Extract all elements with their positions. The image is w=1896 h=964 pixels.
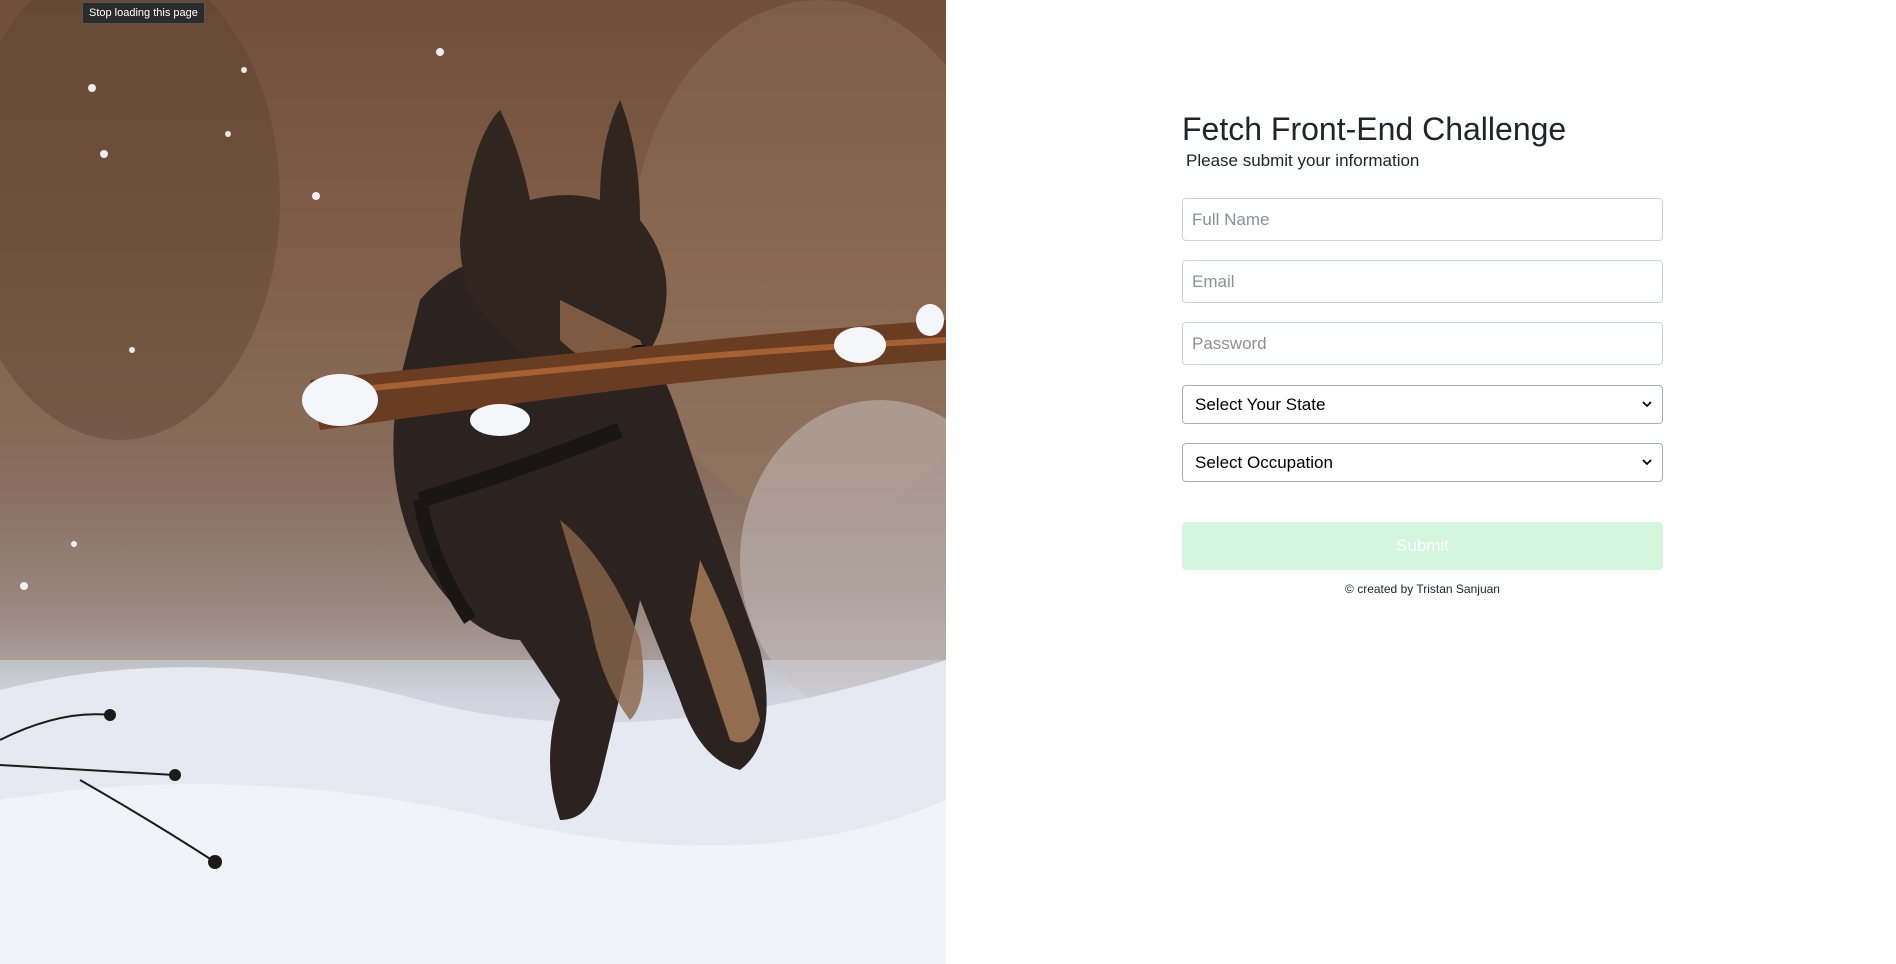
credit-text: © created by Tristan Sanjuan	[1345, 582, 1500, 596]
stop-loading-tooltip: Stop loading this page	[82, 2, 205, 24]
chevron-down-icon	[1642, 401, 1652, 408]
occupation-select[interactable]: Select Occupation	[1182, 443, 1663, 482]
submit-button-label: Submit	[1396, 536, 1449, 555]
password-input[interactable]	[1182, 322, 1663, 365]
submit-button[interactable]: Submit	[1182, 522, 1663, 570]
hero-image: Stop loading this page	[0, 0, 946, 964]
state-select[interactable]: Select Your State	[1182, 385, 1663, 424]
page-title: Fetch Front-End Challenge	[1182, 111, 1567, 147]
chevron-down-icon	[1642, 459, 1652, 466]
page: Stop loading this page Fetch Front-End C…	[0, 0, 1896, 964]
page-subtitle: Please submit your information	[1186, 151, 1420, 170]
occupation-select-value: Select Occupation	[1195, 452, 1333, 472]
email-input[interactable]	[1182, 260, 1663, 303]
dog-photo-icon	[0, 0, 946, 964]
full-name-input[interactable]	[1182, 198, 1663, 241]
state-select-value: Select Your State	[1195, 394, 1326, 414]
signup-form: Fetch Front-End Challenge Please submit …	[1182, 108, 1663, 596]
form-panel: Fetch Front-End Challenge Please submit …	[946, 0, 1896, 964]
